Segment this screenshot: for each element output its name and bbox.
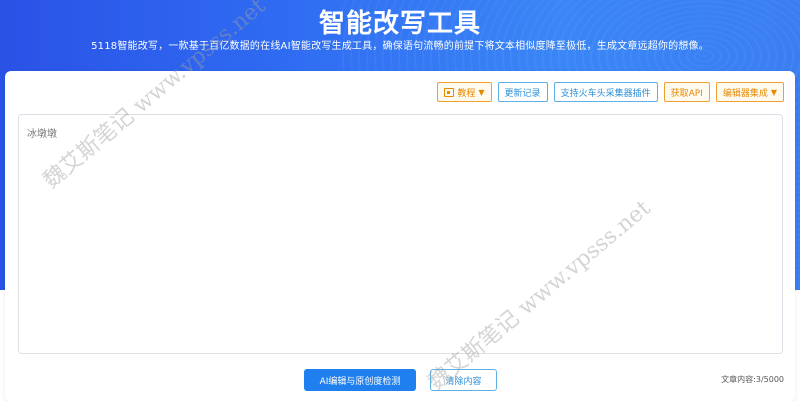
content-editor xyxy=(18,114,783,354)
editor-integration-dropdown-button[interactable]: 编辑器集成 ▼ xyxy=(715,82,784,102)
content-textarea[interactable] xyxy=(19,115,782,353)
character-counter: 文章内容:3/5000 xyxy=(721,375,784,384)
chevron-down-icon: ▼ xyxy=(478,87,485,97)
clear-content-button[interactable]: 清除内容 xyxy=(430,369,497,391)
toolbar: 教程 ▼ 更新记录 支持火车头采集器插件 获取API 编辑器集成 ▼ xyxy=(437,82,784,102)
ai-detect-button[interactable]: AI编辑与原创度检测 xyxy=(304,369,416,391)
page-title: 智能改写工具 xyxy=(318,9,481,39)
chevron-down-icon: ▼ xyxy=(770,87,777,97)
editor-integration-label: 编辑器集成 xyxy=(722,88,768,99)
get-api-button[interactable]: 获取API xyxy=(663,82,710,102)
update-log-button[interactable]: 更新记录 xyxy=(497,82,548,102)
locomotive-plugin-button[interactable]: 支持火车头采集器插件 xyxy=(553,82,658,102)
tutorial-icon xyxy=(444,87,455,97)
tutorial-dropdown-button[interactable]: 教程 ▼ xyxy=(437,82,492,102)
tutorial-label: 教程 xyxy=(457,88,476,99)
page-subtitle: 5118智能改写，一款基于百亿数据的在线AI智能改写生成工具，确保语句流畅的前提… xyxy=(91,41,709,52)
